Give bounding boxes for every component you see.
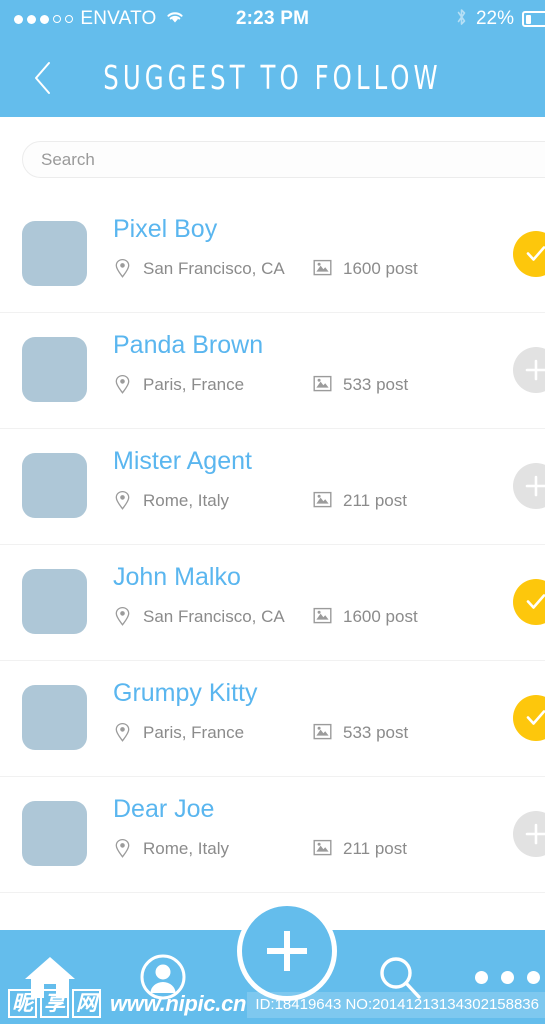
- suggestion-list: Pixel Boy San Francisco, CA 1600 post Panda…: [0, 197, 545, 893]
- avatar: [22, 453, 87, 518]
- posts-label: 1600 post: [343, 258, 418, 278]
- search-placeholder: Search: [41, 149, 95, 169]
- user-name: Pixel Boy: [113, 215, 218, 243]
- location-group: Rome, Italy: [113, 490, 313, 511]
- nav-bar: SUGGEST TO FOLLOW: [0, 38, 545, 117]
- location-group: San Francisco, CA: [113, 258, 313, 279]
- map-pin-icon: [113, 374, 132, 395]
- tab-search[interactable]: [355, 930, 445, 1024]
- avatar: [22, 801, 87, 866]
- user-meta: Paris, France 533 post: [113, 722, 408, 743]
- bluetooth-icon: [455, 7, 468, 32]
- user-meta: Rome, Italy 211 post: [113, 838, 407, 859]
- user-name: Dear Joe: [113, 795, 215, 823]
- posts-group: 1600 post: [313, 258, 418, 279]
- list-item[interactable]: Grumpy Kitty Paris, France 533 post: [0, 661, 545, 777]
- location-group: Paris, France: [113, 722, 313, 743]
- tab-bar: 昵享网 www.nipic.cn ID:18419643 NO:20141213…: [0, 901, 545, 1024]
- photo-icon: [313, 722, 332, 743]
- list-item[interactable]: Mister Agent Rome, Italy 211 post: [0, 429, 545, 545]
- plus-icon: [525, 475, 545, 497]
- search-input[interactable]: Search: [22, 141, 545, 178]
- map-pin-icon: [113, 838, 132, 859]
- posts-group: 1600 post: [313, 606, 418, 627]
- plus-icon: [267, 931, 307, 971]
- tab-more[interactable]: [462, 930, 545, 1024]
- avatar: [22, 685, 87, 750]
- page-title: SUGGEST TO FOLLOW: [103, 58, 442, 97]
- following-button[interactable]: [513, 579, 545, 625]
- location-label: San Francisco, CA: [143, 606, 285, 626]
- follow-button[interactable]: [513, 347, 545, 393]
- user-name: Grumpy Kitty: [113, 679, 258, 707]
- user-meta: San Francisco, CA 1600 post: [113, 606, 418, 627]
- person-icon: [140, 954, 186, 1000]
- user-meta: Paris, France 533 post: [113, 374, 408, 395]
- posts-group: 211 post: [313, 490, 407, 511]
- list-item[interactable]: Panda Brown Paris, France 533 post: [0, 313, 545, 429]
- location-label: Rome, Italy: [143, 490, 229, 510]
- posts-group: 533 post: [313, 374, 408, 395]
- create-post-button[interactable]: [237, 901, 337, 1001]
- posts-group: 211 post: [313, 838, 407, 859]
- location-label: Paris, France: [143, 374, 245, 394]
- plus-icon: [525, 359, 545, 381]
- user-meta: San Francisco, CA 1600 post: [113, 258, 418, 279]
- tab-profile[interactable]: [118, 930, 208, 1024]
- following-button[interactable]: [513, 231, 545, 277]
- posts-label: 1600 post: [343, 606, 418, 626]
- check-icon: [526, 246, 545, 261]
- map-pin-icon: [113, 722, 132, 743]
- user-name: Panda Brown: [113, 331, 264, 359]
- posts-label: 533 post: [343, 722, 409, 742]
- location-group: San Francisco, CA: [113, 606, 313, 627]
- check-icon: [526, 594, 545, 609]
- avatar: [22, 337, 87, 402]
- posts-group: 533 post: [313, 722, 408, 743]
- check-icon: [526, 710, 545, 725]
- following-button[interactable]: [513, 695, 545, 741]
- battery-percent-label: 22%: [475, 8, 514, 29]
- map-pin-icon: [113, 606, 132, 627]
- photo-icon: [313, 258, 332, 279]
- map-pin-icon: [113, 258, 132, 279]
- location-label: Rome, Italy: [143, 838, 229, 858]
- posts-label: 211 post: [343, 838, 407, 858]
- follow-button[interactable]: [513, 811, 545, 857]
- location-label: San Francisco, CA: [143, 258, 285, 278]
- avatar: [22, 569, 87, 634]
- location-group: Rome, Italy: [113, 838, 313, 859]
- photo-icon: [313, 838, 332, 859]
- photo-icon: [313, 606, 332, 627]
- list-item[interactable]: John Malko San Francisco, CA 1600 post: [0, 545, 545, 661]
- avatar: [22, 221, 87, 286]
- battery-icon: [522, 11, 545, 27]
- location-label: Paris, France: [143, 722, 245, 742]
- follow-button[interactable]: [513, 463, 545, 509]
- tab-home[interactable]: [5, 930, 95, 1024]
- posts-label: 211 post: [343, 490, 407, 510]
- more-icon: [474, 970, 540, 984]
- search-icon: [380, 957, 421, 999]
- status-bar-right: 22%: [455, 0, 545, 38]
- user-name: Mister Agent: [113, 447, 252, 475]
- list-item[interactable]: Dear Joe Rome, Italy 211 post: [0, 777, 545, 893]
- user-meta: Rome, Italy 211 post: [113, 490, 407, 511]
- location-group: Paris, France: [113, 374, 313, 395]
- list-item[interactable]: Pixel Boy San Francisco, CA 1600 post: [0, 197, 545, 313]
- map-pin-icon: [113, 490, 132, 511]
- photo-icon: [313, 490, 332, 511]
- phone-screen: ENVATO 2:23 PM 22% SUGGEST TO FOLLOW Sea…: [0, 0, 545, 1024]
- search-bar: Search: [0, 117, 545, 201]
- plus-icon: [525, 823, 545, 845]
- user-name: John Malko: [113, 563, 241, 591]
- status-bar: ENVATO 2:23 PM 22%: [0, 0, 545, 38]
- posts-label: 533 post: [343, 374, 409, 394]
- home-icon: [25, 957, 75, 998]
- photo-icon: [313, 374, 332, 395]
